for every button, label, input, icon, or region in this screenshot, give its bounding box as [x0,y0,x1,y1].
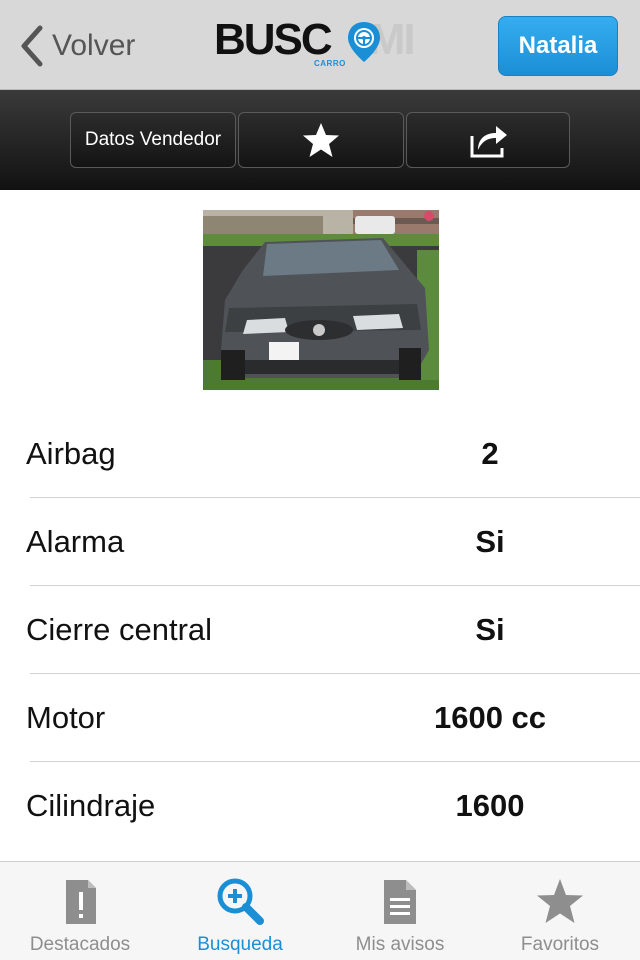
share-button[interactable] [406,112,570,168]
spec-value: Si [475,612,505,647]
car-image [203,210,439,390]
logo-text-main: BUSC [214,15,333,64]
spec-value: 1600 [455,788,525,823]
spec-row: Airbag 2 [0,410,640,498]
spec-value: 1600 cc [433,700,547,735]
spec-row: Alarma Si [0,498,640,586]
app-logo: BUSC MI CARRO [214,18,434,70]
spec-row: Motor 1600 cc [0,674,640,762]
tab-destacados[interactable]: Destacados [0,862,160,960]
star-icon [303,123,339,157]
spec-label: Airbag [26,436,116,471]
spec-value: Si [475,524,505,559]
logo-subtitle: CARRO [314,59,346,68]
spec-label: Motor [26,700,106,735]
share-icon [470,126,507,158]
back-button[interactable]: Volver [18,22,135,70]
tab-bar: Destacados Busqueda Mis avisos Favoritos [0,861,640,960]
spec-label: Cilindraje [26,788,156,823]
spec-list: Airbag 2 Alarma Si Cierre central Si Mot… [0,410,640,850]
spec-label: Alarma [26,524,125,559]
alert-document-icon [66,880,96,924]
tab-busqueda[interactable]: Busqueda [160,862,320,960]
tab-label: Busqueda [197,934,283,955]
tab-label: Mis avisos [355,934,445,955]
search-plus-icon [217,878,264,925]
spec-row: Cilindraje 1600 [0,762,640,850]
map-pin-icon [348,22,380,62]
user-profile-button[interactable]: Natalia [498,16,618,76]
chevron-left-icon [21,25,43,67]
back-label: Volver [52,29,136,62]
tab-label: Favoritos [520,934,600,955]
tab-favoritos[interactable]: Favoritos [480,862,640,960]
detail-toolbar: Datos Vendedor [0,90,640,190]
spec-value: 2 [481,436,499,471]
spec-label: Cierre central [26,612,213,647]
star-icon [537,879,583,923]
document-icon [384,880,416,924]
favorite-button[interactable] [238,112,404,168]
spec-row: Cierre central Si [0,586,640,674]
car-photo[interactable] [203,210,439,390]
navigation-bar: Volver BUSC MI CARRO Natalia [0,0,640,90]
tab-mis-avisos[interactable]: Mis avisos [320,862,480,960]
seller-info-button[interactable]: Datos Vendedor [70,112,236,168]
tab-label: Destacados [29,934,131,955]
